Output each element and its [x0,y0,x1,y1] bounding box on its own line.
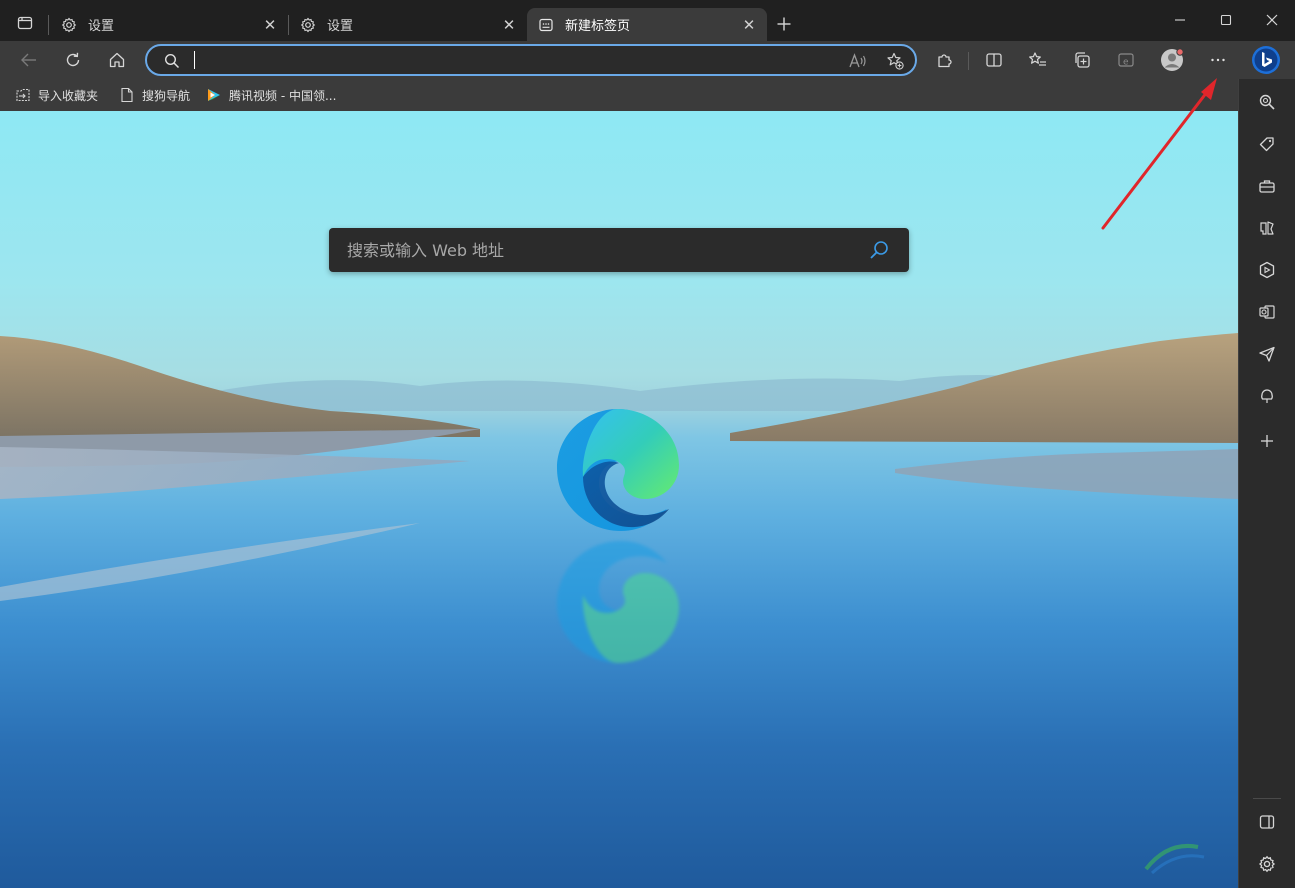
tab-separator [48,15,49,35]
split-screen-icon [986,53,1002,67]
gear-icon [299,16,317,34]
favorites-star-list-icon [1029,52,1046,66]
read-aloud-button[interactable] [847,50,869,72]
search-icon [870,241,888,259]
new-tab-button[interactable] [770,10,798,38]
ie-mode-icon: e [1118,53,1134,68]
address-input[interactable] [193,51,833,71]
address-bar[interactable] [145,44,917,76]
sidebar-settings-button[interactable] [1253,850,1281,878]
tab-title: 设置 [88,19,115,34]
minimize-button[interactable] [1157,4,1203,36]
sidebar-outlook-button[interactable] [1253,298,1281,326]
tab-settings-1[interactable]: 设置 ✕ [50,8,288,41]
avatar-icon [1161,48,1184,71]
profile-button[interactable] [1157,45,1187,75]
favorite-label: 腾讯视频 - 中国领... [229,88,337,103]
favorite-label: 导入收藏夹 [38,88,99,103]
extensions-button[interactable] [930,45,960,75]
microsoft-365-icon [1259,261,1275,279]
more-icon [1211,58,1225,62]
hide-sidebar-icon [1259,815,1275,829]
edge-logo [557,409,679,531]
tab-close-button[interactable]: ✕ [501,16,517,34]
tab-actions-icon [17,16,33,30]
favorites-button[interactable] [1023,45,1053,75]
collections-button[interactable] [1067,45,1097,75]
refresh-icon [66,52,80,67]
back-button[interactable] [14,45,44,75]
tab-close-button[interactable]: ✕ [262,16,278,34]
sidebar [1238,79,1295,888]
svg-text:e: e [1123,58,1129,68]
tab-close-button[interactable]: ✕ [741,16,757,34]
settings-and-more-button[interactable] [1203,45,1233,75]
sidebar-tools-button[interactable] [1253,172,1281,200]
star-add-icon [887,52,904,70]
search-icon [163,52,181,74]
refresh-button[interactable] [58,45,88,75]
new-tab-page [0,111,1238,888]
split-screen-button[interactable] [979,45,1009,75]
maximize-icon [1220,14,1232,26]
sidebar-shopping-button[interactable] [1253,130,1281,158]
sidebar-drop-send-button[interactable] [1253,340,1281,368]
sidebar-add-button[interactable] [1253,427,1281,455]
gear-icon [60,16,78,34]
favorite-item-tencent-video[interactable]: 腾讯视频 - 中国领... [205,84,336,106]
send-icon [1259,346,1275,362]
import-favorites-icon [14,86,32,104]
ntp-search-box[interactable] [329,228,909,272]
add-icon [1261,435,1273,447]
ntp-search-button[interactable] [867,238,891,262]
games-icon [1260,221,1274,235]
sidebar-games-button[interactable] [1253,214,1281,242]
bing-icon [1252,46,1280,74]
read-aloud-icon [849,53,866,68]
add-favorite-button[interactable] [884,50,906,72]
drop-icon [1261,389,1273,403]
ie-mode-button[interactable]: e [1111,45,1141,75]
favorite-label: 搜狗导航 [142,88,191,103]
sidebar-microsoft365-button[interactable] [1253,256,1281,284]
hide-sidebar-button[interactable] [1253,808,1281,836]
edge-logo-reflection [557,541,679,663]
puzzle-icon [938,54,952,68]
bing-chat-button[interactable] [1250,44,1282,76]
maximize-button[interactable] [1203,4,1249,36]
close-window-button[interactable] [1249,4,1295,36]
ntp-search-input[interactable] [347,239,847,261]
outlook-icon [1259,305,1275,319]
page-icon [118,86,136,104]
collections-icon [1075,52,1090,68]
plus-icon [777,17,791,31]
search-icon [1259,94,1275,110]
sidebar-drop-button[interactable] [1253,382,1281,410]
tab-strip: 设置 ✕ 设置 ✕ 新建标签页 ✕ [0,0,1295,41]
site-watermark-logo [1144,844,1205,875]
tab-actions-button[interactable] [8,8,42,38]
favorites-bar: 导入收藏夹 搜狗导航 腾讯视频 - 中国领... [0,79,1238,111]
favorite-item-import[interactable]: 导入收藏夹 [14,84,98,106]
home-button[interactable] [102,45,132,75]
tab-new-tab[interactable]: 新建标签页 ✕ [527,8,767,41]
close-icon [1266,14,1278,26]
toolbox-icon [1259,180,1275,193]
toolbar: e [0,41,1295,79]
settings-icon [1258,855,1276,873]
favorite-item-sogou[interactable]: 搜狗导航 [118,84,190,106]
sidebar-search-button[interactable] [1253,88,1281,116]
tab-title: 新建标签页 [565,19,631,34]
tag-icon [1259,137,1274,152]
text-caret [194,51,195,69]
new-tab-page-icon [537,16,555,34]
tab-settings-2[interactable]: 设置 ✕ [289,8,527,41]
minimize-icon [1175,19,1185,21]
sidebar-divider [1253,798,1281,799]
tab-title: 设置 [327,19,354,34]
home-icon [109,52,125,68]
tencent-video-icon [205,86,223,104]
toolbar-separator [968,52,969,70]
back-arrow-icon [21,53,36,67]
